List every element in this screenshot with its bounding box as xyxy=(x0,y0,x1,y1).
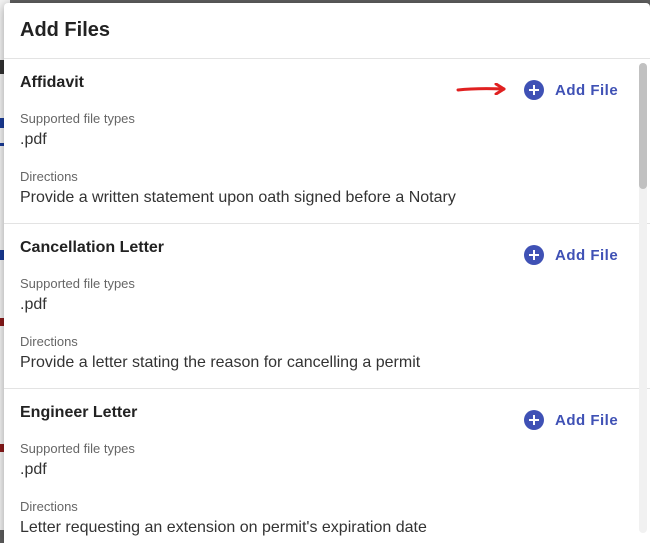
red-arrow-icon xyxy=(456,83,506,95)
supported-types-value: .pdf xyxy=(20,131,47,148)
directions-label: Directions xyxy=(20,499,78,514)
plus-circle-icon xyxy=(524,245,544,265)
scrollbar-thumb[interactable] xyxy=(639,63,647,189)
file-section-affidavit: Affidavit Add File Supported file types … xyxy=(4,59,650,224)
add-file-button[interactable]: Add File xyxy=(524,244,618,266)
plus-circle-icon xyxy=(524,410,544,430)
dialog-content[interactable]: Affidavit Add File Supported file types … xyxy=(4,59,650,543)
add-file-label: Add File xyxy=(555,246,619,264)
add-file-label: Add File xyxy=(555,411,619,429)
file-section-engineer-letter: Engineer Letter Add File Supported file … xyxy=(4,389,650,543)
dialog-title: Add Files xyxy=(20,19,111,41)
section-title: Affidavit xyxy=(20,74,84,91)
file-section-cancellation-letter: Cancellation Letter Add File Supported f… xyxy=(4,224,650,389)
vertical-scrollbar[interactable] xyxy=(639,63,647,533)
section-title: Cancellation Letter xyxy=(20,239,165,256)
supported-types-label: Supported file types xyxy=(20,276,135,291)
directions-value: Provide a letter stating the reason for … xyxy=(20,354,421,371)
supported-types-label: Supported file types xyxy=(20,111,135,126)
section-title: Engineer Letter xyxy=(20,404,138,421)
supported-types-label: Supported file types xyxy=(20,441,135,456)
directions-value: Letter requesting an extension on permit… xyxy=(20,519,427,536)
supported-types-value: .pdf xyxy=(20,296,47,313)
dialog-header: Add Files xyxy=(4,3,650,59)
add-file-label: Add File xyxy=(555,81,619,99)
directions-value: Provide a written statement upon oath si… xyxy=(20,189,456,206)
plus-circle-icon xyxy=(524,80,544,100)
directions-label: Directions xyxy=(20,169,78,184)
add-file-button[interactable]: Add File xyxy=(524,79,618,101)
add-file-button[interactable]: Add File xyxy=(524,409,618,431)
add-files-dialog: Add Files Affidavit Add File Supported f… xyxy=(4,3,650,543)
supported-types-value: .pdf xyxy=(20,461,47,478)
directions-label: Directions xyxy=(20,334,78,349)
